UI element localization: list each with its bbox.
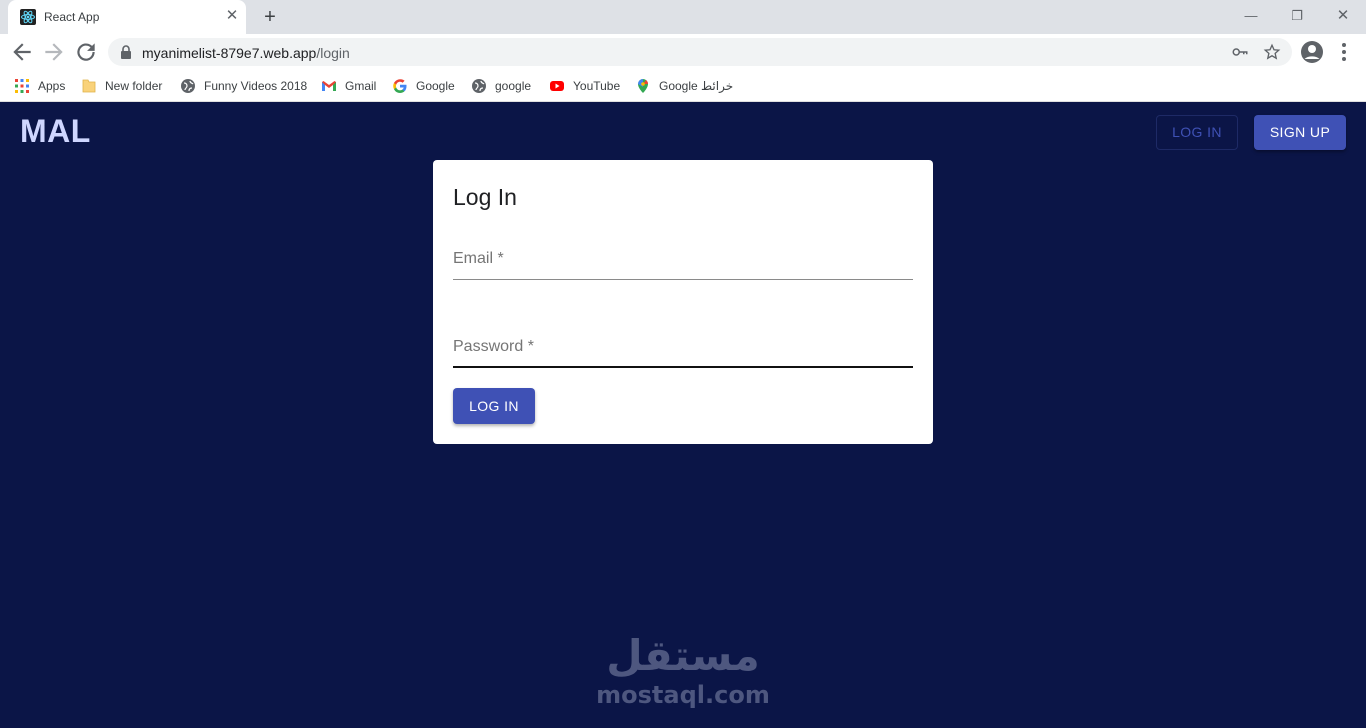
close-window-icon[interactable]: ✕ [1332, 6, 1354, 26]
browser-tabstrip: React App ✕ + — ❐ ✕ [0, 0, 1366, 34]
star-icon[interactable] [1263, 43, 1281, 61]
url-path: /login [316, 45, 350, 61]
bookmarks-bar: Apps New folder Funny Videos 2018 Gmail … [0, 70, 1366, 102]
tab-title: React App [44, 10, 100, 24]
app-page: MAL LOG IN SIGN UP Log In Email * Passwo… [0, 103, 1366, 728]
restore-icon[interactable]: ❐ [1286, 6, 1308, 26]
globe-icon [472, 79, 486, 93]
bookmark-google-2[interactable]: google [471, 76, 531, 96]
watermark-latin: mostaql.com [596, 681, 770, 709]
menu-dots-icon[interactable] [1332, 40, 1356, 64]
bookmark-label: New folder [105, 79, 163, 93]
close-tab-icon[interactable]: ✕ [224, 8, 240, 24]
url-host: myanimelist-879e7.web.app [142, 45, 317, 61]
bookmark-label: Google [416, 79, 455, 93]
bookmark-new-folder[interactable]: New folder [81, 76, 162, 96]
app-logo[interactable]: MAL [20, 113, 91, 150]
minimize-icon[interactable]: — [1240, 6, 1262, 26]
url-text: myanimelist-879e7.web.app/login [142, 45, 350, 61]
globe-icon [181, 79, 195, 93]
bookmark-apps[interactable]: Apps [14, 76, 65, 96]
google-icon [393, 79, 407, 93]
bookmark-funny-videos[interactable]: Funny Videos 2018 [180, 76, 307, 96]
mostaql-watermark: مستقل mostaql.com [586, 631, 780, 723]
bookmark-google[interactable]: Google [392, 76, 455, 96]
address-bar[interactable]: myanimelist-879e7.web.app/login [108, 38, 1292, 66]
gmail-icon [322, 81, 336, 91]
password-field[interactable]: Password * [453, 328, 913, 368]
bookmark-youtube[interactable]: YouTube [549, 76, 620, 96]
bookmark-label: google [495, 79, 532, 93]
bookmark-label: Gmail [345, 79, 377, 93]
bookmark-label: Apps [38, 79, 66, 93]
bookmark-label: Funny Videos 2018 [204, 79, 308, 93]
login-submit-button[interactable]: LOG IN [453, 388, 535, 424]
back-arrow-icon[interactable] [9, 39, 35, 65]
key-icon[interactable] [1231, 43, 1249, 61]
browser-toolbar: myanimelist-879e7.web.app/login [0, 34, 1366, 70]
bookmark-label: YouTube [573, 79, 621, 93]
password-input[interactable] [453, 328, 913, 368]
header-signup-button[interactable]: SIGN UP [1254, 115, 1346, 150]
forward-arrow-icon[interactable] [41, 39, 67, 65]
lock-icon [121, 45, 131, 59]
profile-icon[interactable] [1300, 40, 1324, 64]
new-tab-icon[interactable]: + [259, 6, 281, 28]
password-underline [453, 366, 913, 368]
email-field[interactable]: Email * [453, 240, 913, 280]
bookmark-label: Google خرائط [659, 79, 734, 93]
email-input[interactable] [453, 240, 913, 280]
header-login-button[interactable]: LOG IN [1156, 115, 1238, 150]
reload-icon[interactable] [73, 39, 99, 65]
folder-icon [82, 79, 96, 93]
watermark-arabic: مستقل [606, 631, 760, 680]
bookmark-google-maps[interactable]: Google خرائط [635, 76, 733, 96]
apps-grid-icon [15, 79, 29, 93]
email-underline [453, 279, 913, 280]
react-icon [20, 9, 36, 25]
login-card: Log In Email * Password * LOG IN [433, 160, 933, 444]
youtube-icon [550, 81, 564, 91]
bookmark-gmail[interactable]: Gmail [321, 76, 376, 96]
login-title: Log In [453, 184, 517, 210]
browser-tab[interactable]: React App ✕ [8, 0, 246, 34]
maps-pin-icon [638, 79, 648, 93]
